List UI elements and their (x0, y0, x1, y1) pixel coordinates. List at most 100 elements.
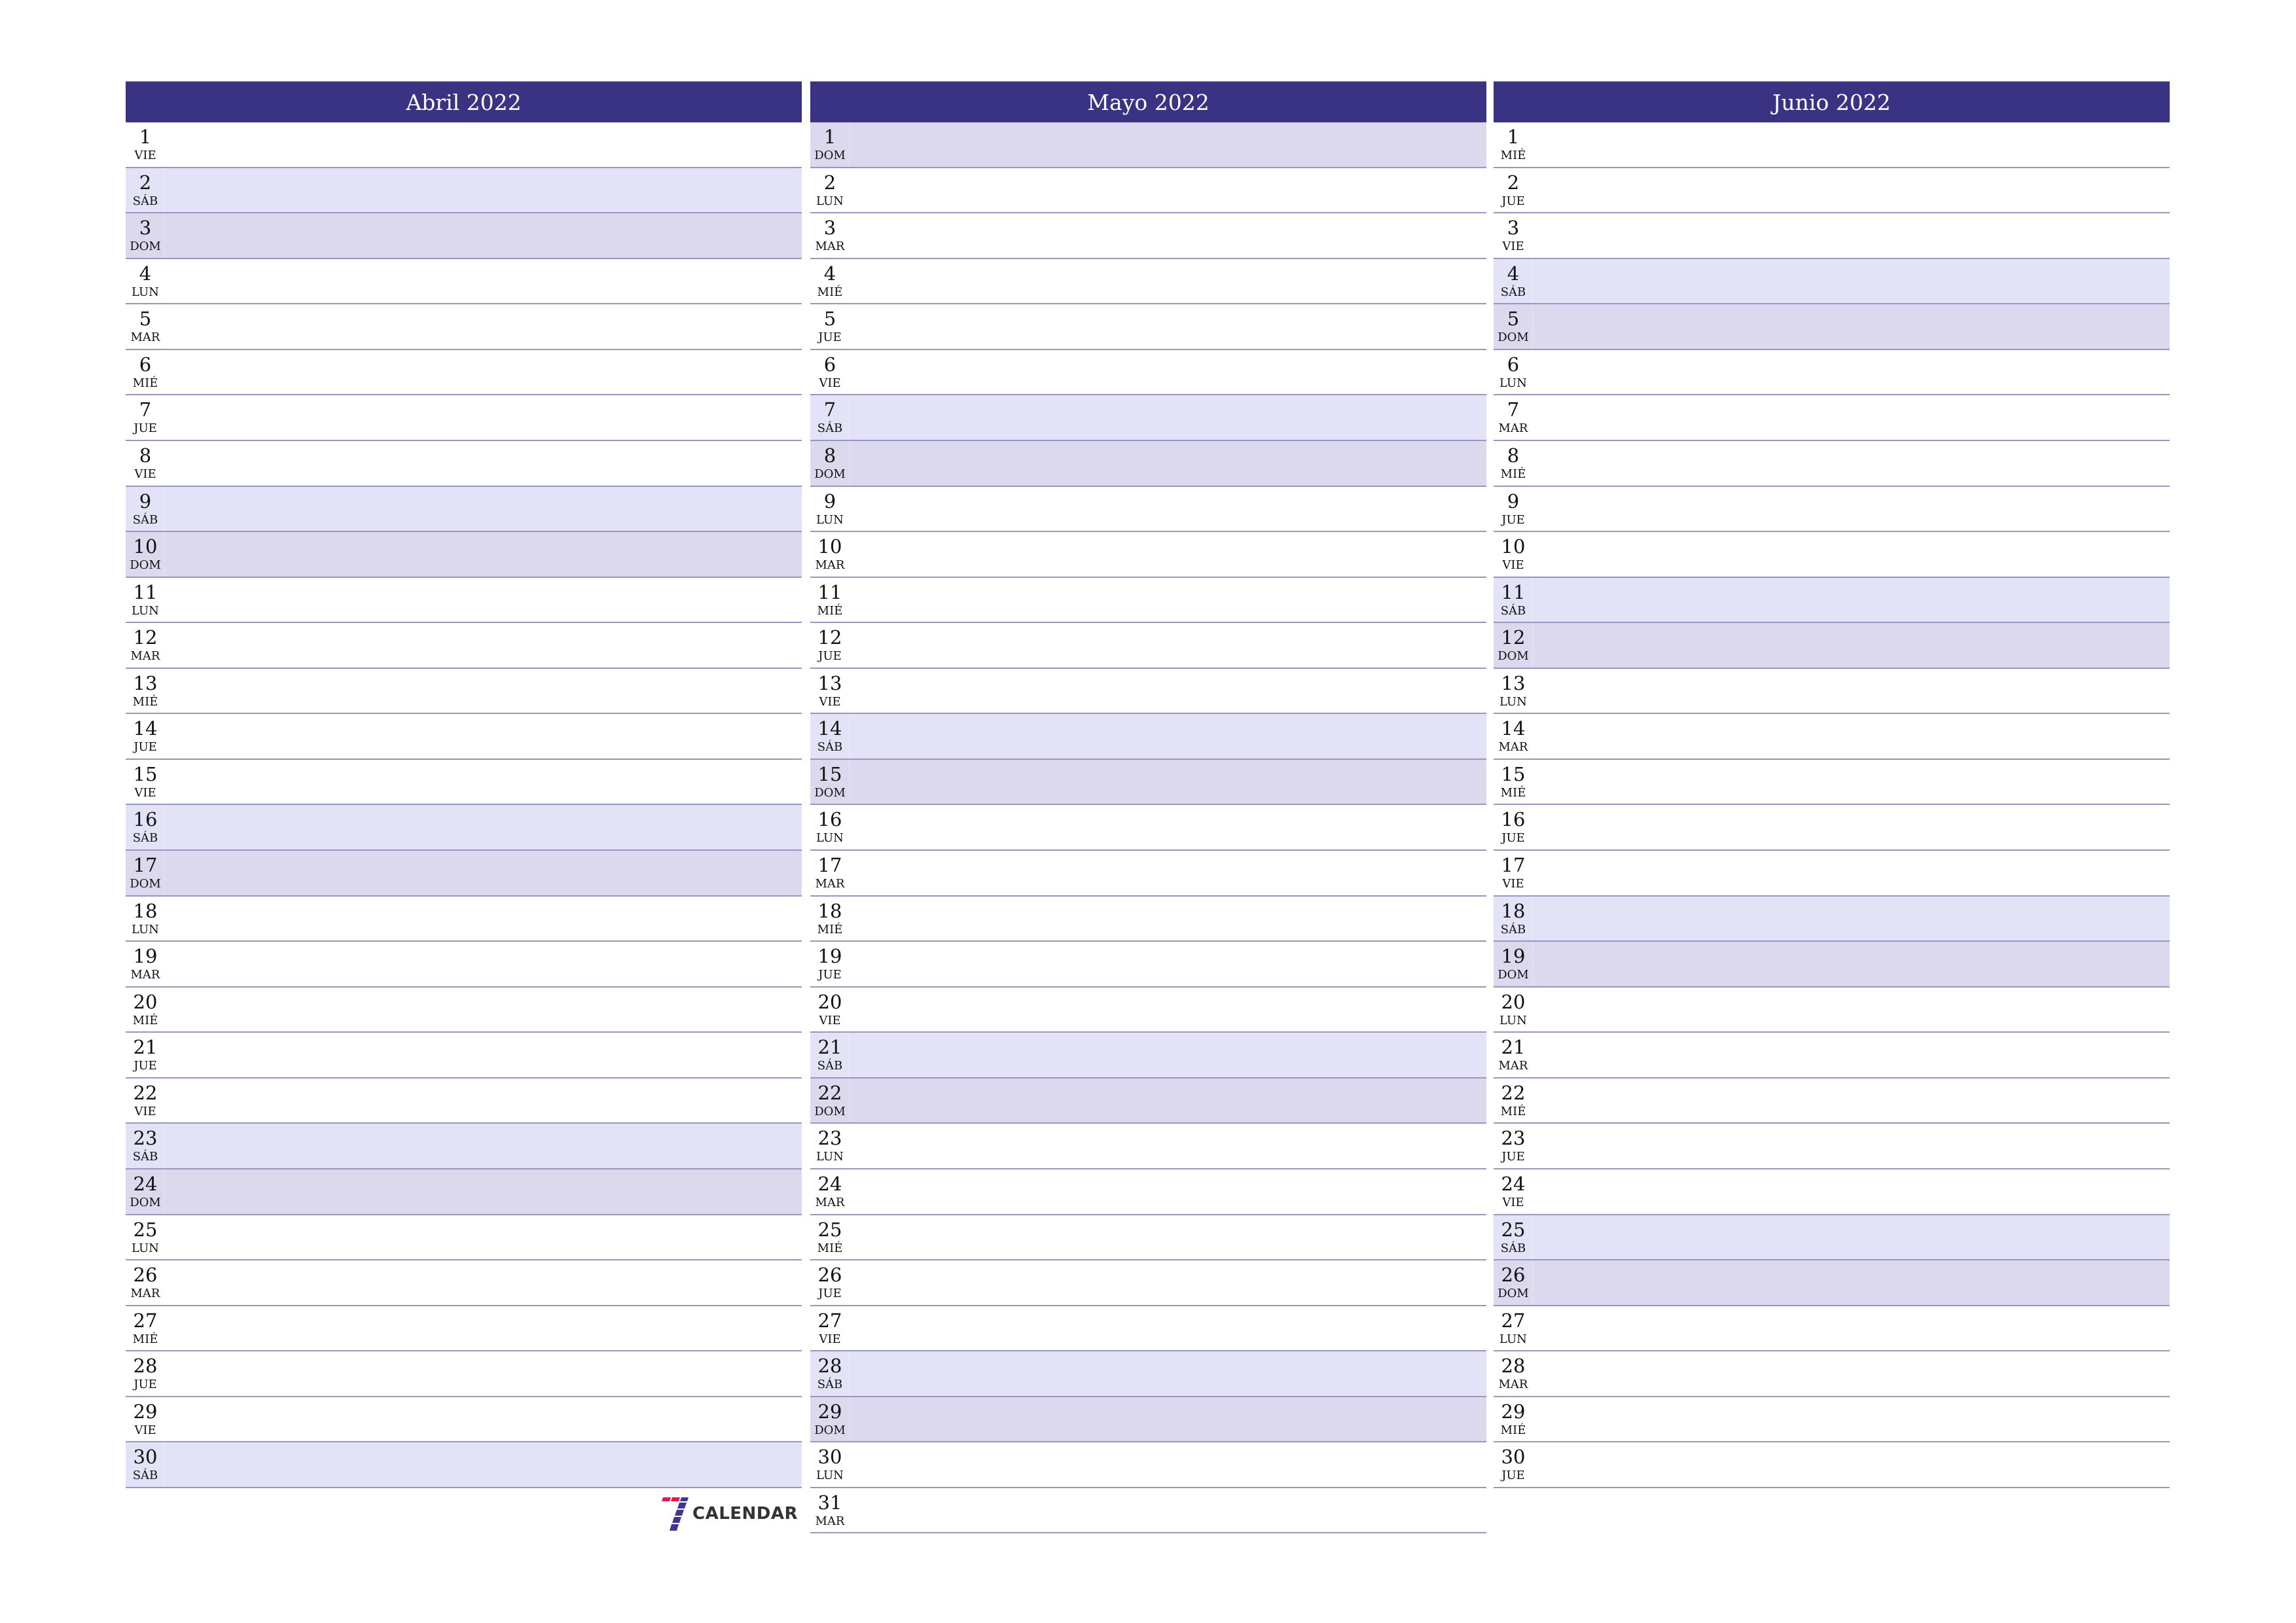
day-row[interactable]: 19 JUE (810, 942, 1486, 988)
day-row[interactable]: 1 DOM (810, 122, 1486, 168)
day-row[interactable]: 24 DOM (126, 1169, 802, 1215)
day-row[interactable]: 20 MIÉ (126, 987, 802, 1033)
day-row[interactable]: 22 VIE (126, 1078, 802, 1124)
day-row[interactable]: 21 JUE (126, 1033, 802, 1079)
day-row[interactable]: 3 DOM (126, 213, 802, 259)
day-row[interactable]: 4 LUN (126, 259, 802, 305)
day-row[interactable]: 30 LUN (810, 1442, 1486, 1488)
day-row[interactable]: 10 VIE (1494, 532, 2170, 578)
day-row[interactable]: 20 LUN (1494, 987, 2170, 1033)
day-row[interactable]: 22 DOM (810, 1078, 1486, 1124)
day-row[interactable]: 12 DOM (1494, 623, 2170, 669)
day-row[interactable]: 25 MIÉ (810, 1215, 1486, 1261)
day-row[interactable]: 11 SÁB (1494, 577, 2170, 624)
day-row[interactable]: 9 LUN (810, 486, 1486, 533)
day-row[interactable]: 29 MIÉ (1494, 1397, 2170, 1443)
day-row[interactable]: 15 DOM (810, 759, 1486, 806)
day-row[interactable]: 28 JUE (126, 1351, 802, 1397)
day-row[interactable]: 22 MIÉ (1494, 1078, 2170, 1124)
day-row[interactable]: 17 DOM (126, 851, 802, 897)
day-row[interactable]: 15 MIÉ (1494, 759, 2170, 806)
day-row[interactable]: 23 JUE (1494, 1124, 2170, 1169)
day-label-cell: 24 MAR (810, 1169, 850, 1214)
day-row[interactable]: 18 SÁB (1494, 896, 2170, 942)
day-row[interactable]: 8 DOM (810, 440, 1486, 487)
day-row[interactable]: 14 SÁB (810, 714, 1486, 760)
day-row[interactable]: 7 MAR (1494, 395, 2170, 441)
day-label-cell: 19 MAR (126, 942, 165, 986)
day-row[interactable]: 26 MAR (126, 1260, 802, 1306)
day-row[interactable]: 9 SÁB (126, 486, 802, 533)
day-row[interactable]: 13 VIE (810, 668, 1486, 715)
day-row[interactable]: 28 SÁB (810, 1351, 1486, 1397)
day-row[interactable]: 2 LUN (810, 168, 1486, 214)
day-row[interactable]: 16 LUN (810, 805, 1486, 851)
day-row[interactable]: 8 MIÉ (1494, 440, 2170, 487)
day-row[interactable]: 20 VIE (810, 987, 1486, 1033)
day-row[interactable]: 26 DOM (1494, 1260, 2170, 1306)
day-row[interactable]: 4 SÁB (1494, 259, 2170, 305)
day-row[interactable]: 5 JUE (810, 304, 1486, 350)
day-row[interactable]: 14 JUE (126, 714, 802, 760)
day-number: 31 (817, 1491, 842, 1514)
day-row[interactable]: 9 JUE (1494, 486, 2170, 533)
day-row[interactable]: 27 MIÉ (126, 1306, 802, 1352)
day-row[interactable]: 17 MAR (810, 851, 1486, 897)
day-row[interactable]: 23 SÁB (126, 1124, 802, 1169)
day-row[interactable]: 28 MAR (1494, 1351, 2170, 1397)
day-row[interactable]: 6 LUN (1494, 349, 2170, 396)
day-row[interactable]: 10 DOM (126, 532, 802, 578)
day-row[interactable]: 1 VIE (126, 122, 802, 168)
day-row[interactable]: 4 MIÉ (810, 259, 1486, 305)
day-row[interactable]: 13 LUN (1494, 668, 2170, 715)
day-row[interactable]: 25 SÁB (1494, 1215, 2170, 1261)
day-row[interactable]: 24 VIE (1494, 1169, 2170, 1215)
day-row[interactable]: 1 MIÉ (1494, 122, 2170, 168)
day-row[interactable]: 16 SÁB (126, 805, 802, 851)
day-row[interactable]: 10 MAR (810, 532, 1486, 578)
day-row[interactable]: 5 MAR (126, 304, 802, 350)
day-row[interactable]: 27 VIE (810, 1306, 1486, 1352)
day-row[interactable]: 29 DOM (810, 1397, 1486, 1443)
day-row[interactable]: 24 MAR (810, 1169, 1486, 1215)
day-row[interactable]: 12 MAR (126, 623, 802, 669)
day-row[interactable]: 11 MIÉ (810, 577, 1486, 624)
day-row[interactable]: 21 SÁB (810, 1033, 1486, 1079)
day-row[interactable]: 12 JUE (810, 623, 1486, 669)
day-row[interactable]: 21 MAR (1494, 1033, 2170, 1079)
day-row[interactable]: 5 DOM (1494, 304, 2170, 350)
day-label-cell: 19 DOM (1494, 942, 1533, 986)
day-row[interactable]: 25 LUN (126, 1215, 802, 1261)
day-row[interactable]: 18 LUN (126, 896, 802, 942)
day-row[interactable]: 19 DOM (1494, 942, 2170, 988)
day-row[interactable]: 3 VIE (1494, 213, 2170, 259)
day-row[interactable]: 2 SÁB (126, 168, 802, 214)
day-row[interactable]: 13 MIÉ (126, 668, 802, 715)
day-row[interactable]: 31 MAR (810, 1488, 1486, 1534)
day-row[interactable]: 3 MAR (810, 213, 1486, 259)
day-row[interactable]: 7 SÁB (810, 395, 1486, 441)
day-row[interactable]: 18 MIÉ (810, 896, 1486, 942)
day-row[interactable]: 11 LUN (126, 577, 802, 624)
day-row[interactable]: 15 VIE (126, 759, 802, 806)
day-row[interactable]: 8 VIE (126, 440, 802, 487)
day-row[interactable]: 19 MAR (126, 942, 802, 988)
day-label-cell: 3 VIE (1494, 213, 1533, 258)
day-row[interactable]: 2 JUE (1494, 168, 2170, 214)
day-row[interactable]: 30 SÁB (126, 1442, 802, 1488)
day-row[interactable]: 26 JUE (810, 1260, 1486, 1306)
weekday-label: MIÉ (817, 285, 843, 299)
day-row[interactable]: 14 MAR (1494, 714, 2170, 760)
day-row[interactable]: 6 VIE (810, 349, 1486, 396)
weekday-label: VIE (134, 1104, 156, 1118)
day-row[interactable]: 30 JUE (1494, 1442, 2170, 1488)
day-number: 10 (817, 535, 842, 558)
day-label-cell: 27 LUN (1494, 1306, 1533, 1351)
day-row[interactable]: 17 VIE (1494, 851, 2170, 897)
day-row[interactable]: 16 JUE (1494, 805, 2170, 851)
day-row[interactable]: 29 VIE (126, 1397, 802, 1443)
day-row[interactable]: 23 LUN (810, 1124, 1486, 1169)
day-row[interactable]: 27 LUN (1494, 1306, 2170, 1352)
day-row[interactable]: 6 MIÉ (126, 349, 802, 396)
day-row[interactable]: 7 JUE (126, 395, 802, 441)
